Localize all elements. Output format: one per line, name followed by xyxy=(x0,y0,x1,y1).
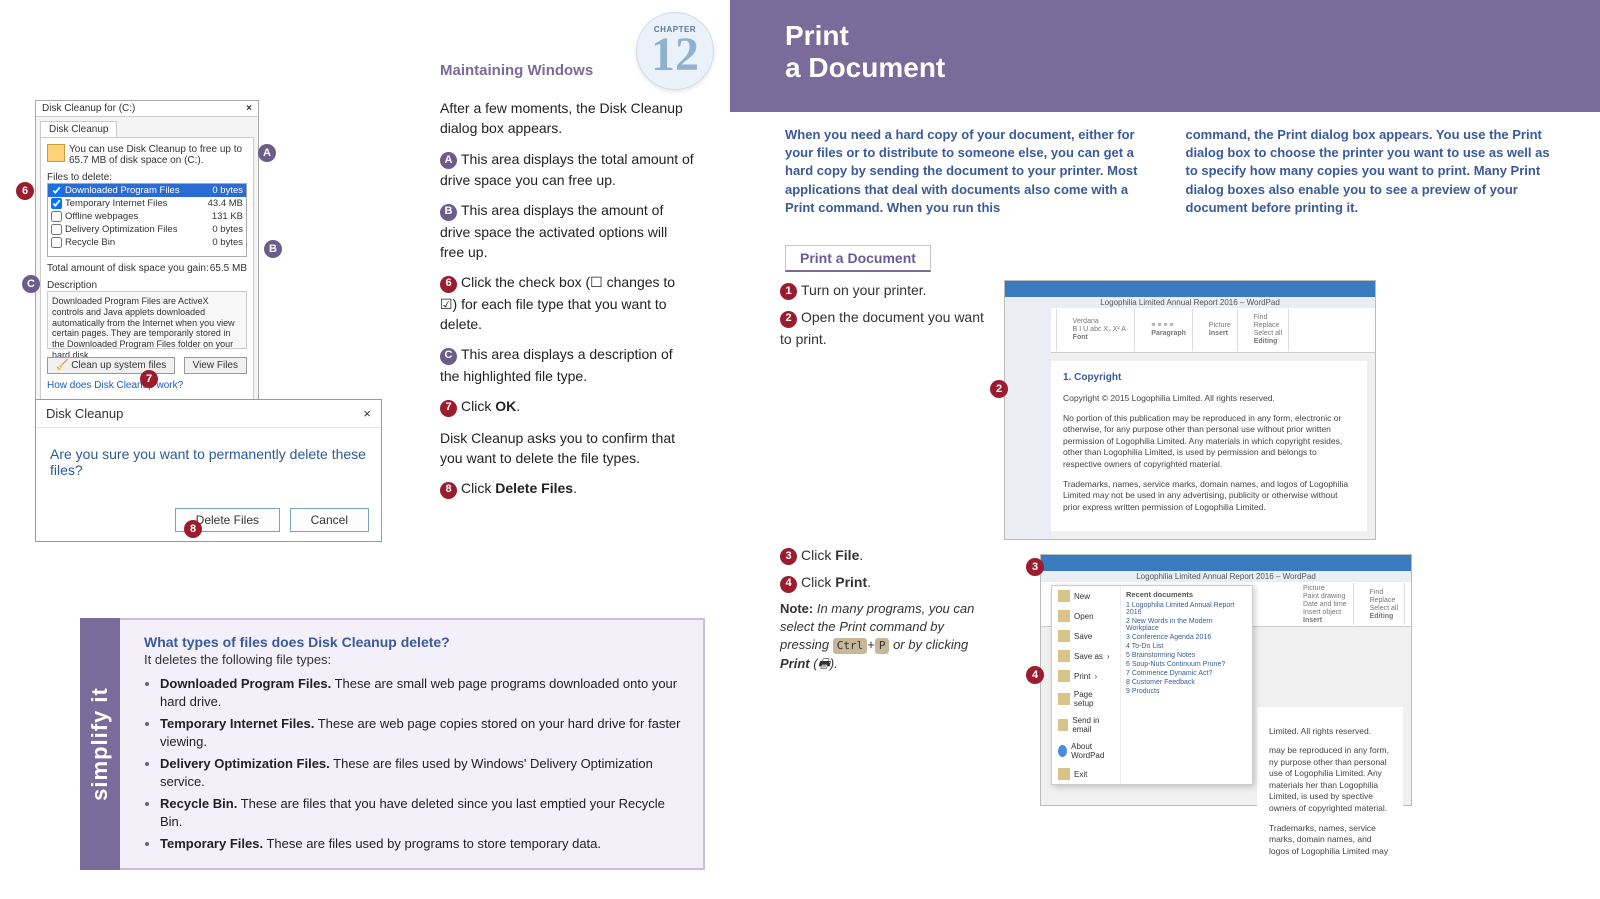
checkbox[interactable] xyxy=(51,237,62,248)
list-item[interactable]: Offline webpages131 KB xyxy=(48,210,246,223)
cleanup-icon xyxy=(47,144,65,162)
intro-paragraphs: When you need a hard copy of your docume… xyxy=(730,112,1600,227)
callout-6: 6 xyxy=(440,276,457,293)
recent-item[interactable]: 6 Soup-Nuts Continuum Prune? xyxy=(1126,660,1246,669)
recent-item[interactable]: 4 To-Do List xyxy=(1126,642,1246,651)
description-heading: Description xyxy=(47,280,247,291)
document-body: 1. Copyright Copyright © 2015 Logophilia… xyxy=(1051,361,1367,531)
instruction-text: After a few moments, the Disk Cleanup di… xyxy=(440,98,695,510)
label-a-icon: A xyxy=(258,144,276,162)
simplify-question: What types of files does Disk Cleanup de… xyxy=(144,634,685,650)
close-icon[interactable]: × xyxy=(363,406,371,421)
pin-3-icon: 3 xyxy=(1026,558,1044,576)
menu-send[interactable]: Send in email xyxy=(1052,712,1120,738)
callout-1: 1 xyxy=(780,283,797,300)
chapter-number: 12 xyxy=(637,27,713,82)
dialog-title: Disk Cleanup for (C:) xyxy=(42,103,135,114)
callout-a: A xyxy=(440,152,457,169)
confirm-delete-dialog: Disk Cleanup × Are you sure you want to … xyxy=(35,399,382,542)
callout-c: C xyxy=(440,348,457,365)
menu-saveas[interactable]: Save as › xyxy=(1052,646,1120,666)
callout-b: B xyxy=(440,204,457,221)
menu-exit[interactable]: Exit xyxy=(1052,764,1120,784)
list-item[interactable]: Temporary Internet Files43.4 MB xyxy=(48,197,246,210)
label-b-icon: B xyxy=(264,240,282,258)
checkbox[interactable] xyxy=(51,185,62,196)
label-6-icon: 6 xyxy=(16,182,34,200)
wordpad-ribbon: PasteCutCopyClipboard VerdanaB I U abc X… xyxy=(1005,308,1375,353)
screenshot-2: Logophilia Limited Annual Report 2016 – … xyxy=(1040,554,1412,806)
close-icon[interactable]: × xyxy=(246,103,252,114)
list-item[interactable]: Recycle Bin0 bytes xyxy=(48,236,246,249)
wordpad-titlebar: Logophilia Limited Annual Report 2016 – … xyxy=(1005,297,1375,308)
cancel-button[interactable]: Cancel xyxy=(290,508,369,532)
simplify-answer: It deletes the following file types: xyxy=(144,652,685,667)
recent-heading: Recent documents xyxy=(1126,590,1246,599)
menu-about[interactable]: About WordPad xyxy=(1052,738,1120,764)
view-files-button[interactable]: View Files xyxy=(184,357,247,374)
saveas-icon xyxy=(1058,650,1070,662)
list-item[interactable]: Downloaded Program Files0 bytes xyxy=(48,184,246,197)
pin-2-icon: 2 xyxy=(990,380,1008,398)
callout-3: 3 xyxy=(780,548,797,565)
steps-block-1: 1Turn on your printer. 2Open the documen… xyxy=(780,280,990,540)
menu-save[interactable]: Save xyxy=(1052,626,1120,646)
recent-item[interactable]: 8 Customer Feedback xyxy=(1126,678,1246,687)
page-title-hero: Printa Document xyxy=(730,0,1600,112)
document-body-2: Limited. All rights reserved. may be rep… xyxy=(1257,707,1403,857)
clean-system-files-button[interactable]: 🧹 Clean up system files xyxy=(47,357,175,374)
recent-item[interactable]: 3 Conference Agenda 2016 xyxy=(1126,633,1246,642)
file-menu[interactable]: New Open Save Save as › Print › Page set… xyxy=(1051,585,1253,785)
chapter-badge: CHAPTER 12 xyxy=(636,12,714,90)
files-to-delete-label: Files to delete: xyxy=(47,172,247,183)
pin-4-icon: 4 xyxy=(1026,666,1044,684)
intro-text: You can use Disk Cleanup to free up to 6… xyxy=(69,144,247,166)
description-text: Downloaded Program Files are ActiveX con… xyxy=(47,291,247,349)
help-link[interactable]: How does Disk Cleanup work? xyxy=(47,380,183,391)
checkbox[interactable] xyxy=(51,198,62,209)
callout-2: 2 xyxy=(780,311,797,328)
file-list[interactable]: Downloaded Program Files0 bytes Temporar… xyxy=(47,183,247,257)
tab-disk-cleanup[interactable]: Disk Cleanup xyxy=(40,121,117,137)
simplify-list: Downloaded Program Files. These are smal… xyxy=(144,675,685,853)
menu-print[interactable]: Print › xyxy=(1052,666,1120,686)
callout-4: 4 xyxy=(780,576,797,593)
exit-icon xyxy=(1058,768,1070,780)
print-icon xyxy=(1058,670,1070,682)
total-value: 65.5 MB xyxy=(210,263,247,274)
label-8-icon: 8 xyxy=(184,520,202,538)
label-7-icon: 7 xyxy=(140,370,158,388)
recent-item[interactable]: 9 Products xyxy=(1126,687,1246,696)
screenshot-1: Logophilia Limited Annual Report 2016 – … xyxy=(1004,280,1376,540)
callout-8: 8 xyxy=(440,482,457,499)
save-icon xyxy=(1058,630,1070,642)
menu-pagesetup[interactable]: Page setup xyxy=(1052,686,1120,712)
email-icon xyxy=(1058,719,1068,731)
para-intro: After a few moments, the Disk Cleanup di… xyxy=(440,98,695,139)
steps-block-2: 3Click File. 4Click Print. Note: In many… xyxy=(780,545,990,679)
new-icon xyxy=(1058,590,1070,602)
open-icon xyxy=(1058,610,1070,622)
recent-item[interactable]: 2 New Words in the Modern Workplace xyxy=(1126,617,1246,633)
recent-item[interactable]: 1 Logophilia Limited Annual Report 2016 xyxy=(1126,601,1246,617)
simplify-bar: simplify it xyxy=(80,618,120,870)
list-item[interactable]: Delivery Optimization Files0 bytes xyxy=(48,223,246,236)
menu-new[interactable]: New xyxy=(1052,586,1120,606)
section-title: Maintaining Windows xyxy=(440,62,593,79)
checkbox[interactable] xyxy=(51,211,62,222)
recent-item[interactable]: 7 Commence Dynamic Act? xyxy=(1126,669,1246,678)
menu-open[interactable]: Open xyxy=(1052,606,1120,626)
confirm-message: Are you sure you want to permanently del… xyxy=(36,428,381,512)
label-c-icon: C xyxy=(22,275,40,293)
callout-7: 7 xyxy=(440,400,457,417)
subheading: Print a Document xyxy=(785,245,931,272)
info-icon xyxy=(1058,745,1067,757)
dialog2-title: Disk Cleanup xyxy=(46,406,123,421)
recent-item[interactable]: 5 Brainstorming Notes xyxy=(1126,651,1246,660)
pagesetup-icon xyxy=(1058,693,1070,705)
simplify-it-box: simplify it What types of files does Dis… xyxy=(80,618,705,870)
checkbox[interactable] xyxy=(51,224,62,235)
